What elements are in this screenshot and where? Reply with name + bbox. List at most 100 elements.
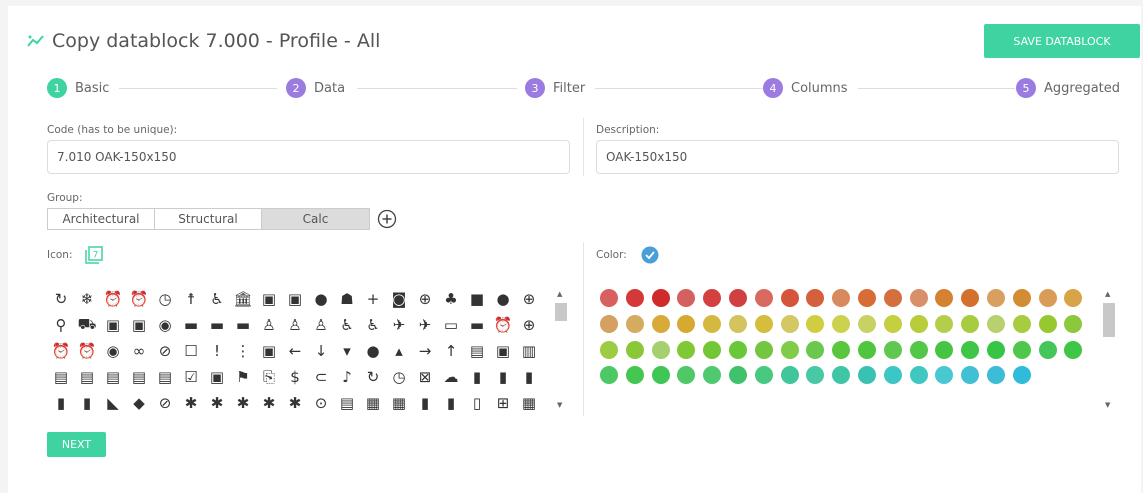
color-swatch[interactable] (909, 366, 928, 385)
icon-option[interactable]: ▤ (74, 364, 100, 390)
color-swatch[interactable] (754, 366, 773, 385)
icon-option[interactable]: ⏰ (126, 286, 152, 312)
icon-option[interactable]: ♿ (360, 312, 386, 338)
add-group-icon[interactable] (377, 209, 397, 229)
group-structural[interactable]: Structural (155, 209, 262, 229)
icon-option[interactable]: ⊕ (412, 286, 438, 312)
icon-option[interactable]: ↑ (438, 338, 464, 364)
icon-option[interactable]: ● (360, 338, 386, 364)
icon-option[interactable]: ▯ (464, 390, 490, 414)
icon-option[interactable]: ↻ (48, 286, 74, 312)
icon-option[interactable]: ▦ (360, 390, 386, 414)
icon-option[interactable]: ▦ (516, 390, 542, 414)
icon-option[interactable]: ▤ (100, 364, 126, 390)
color-swatch[interactable] (1064, 340, 1083, 359)
icon-option[interactable]: → (412, 338, 438, 364)
scroll-thumb[interactable] (555, 303, 567, 321)
color-swatch[interactable] (909, 314, 928, 333)
color-swatch[interactable] (987, 366, 1005, 385)
color-swatch[interactable] (883, 289, 902, 307)
color-swatch[interactable] (625, 340, 644, 359)
icon-option[interactable]: ♣ (438, 286, 464, 312)
icon-option[interactable]: ☐ (178, 338, 204, 364)
icon-option[interactable]: ▬ (464, 312, 490, 338)
color-swatch[interactable] (1064, 289, 1083, 307)
icon-option[interactable]: ▣ (256, 338, 282, 364)
scroll-down-icon[interactable]: ▼ (557, 401, 562, 409)
color-swatch[interactable] (961, 340, 980, 359)
color-swatch[interactable] (703, 340, 722, 359)
color-swatch[interactable] (651, 340, 670, 359)
icon-option[interactable]: ▤ (48, 364, 74, 390)
icon-option[interactable]: ⊘ (152, 390, 178, 414)
color-swatch[interactable] (832, 366, 851, 385)
icon-option[interactable]: ◉ (100, 338, 126, 364)
color-scrollbar[interactable]: ▲ ▼ (1101, 286, 1117, 414)
color-swatch[interactable] (703, 366, 722, 385)
icon-option[interactable]: 🏛 (230, 286, 256, 312)
color-swatch[interactable] (600, 366, 618, 385)
color-swatch[interactable] (1038, 289, 1057, 307)
color-swatch[interactable] (883, 314, 902, 333)
icon-option[interactable]: ♿ (204, 286, 230, 312)
color-swatch[interactable] (1012, 289, 1031, 307)
icon-option[interactable]: ⊕ (516, 312, 542, 338)
icon-option[interactable]: ▭ (438, 312, 464, 338)
icon-option[interactable]: ⊂ (308, 364, 334, 390)
group-architectural[interactable]: Architectural (48, 209, 155, 229)
icon-option[interactable]: ∞ (126, 338, 152, 364)
icon-option[interactable]: ● (308, 286, 334, 312)
icon-option[interactable]: ▣ (100, 312, 126, 338)
icon-option[interactable]: ◷ (152, 286, 178, 312)
icon-option[interactable]: ▤ (334, 390, 360, 414)
icon-option[interactable]: ▮ (438, 390, 464, 414)
step-data[interactable]: 2 Data (286, 78, 356, 98)
next-button[interactable]: NEXT (47, 432, 106, 457)
icon-option[interactable]: ▤ (464, 338, 490, 364)
step-aggregated[interactable]: 5 Aggregated (1016, 78, 1131, 98)
icon-option[interactable]: ⊘ (152, 338, 178, 364)
color-swatch[interactable] (883, 340, 902, 359)
color-swatch[interactable] (1012, 340, 1031, 359)
icon-option[interactable]: $ (282, 364, 308, 390)
color-swatch[interactable] (806, 314, 825, 333)
color-swatch[interactable] (806, 289, 825, 307)
icon-option[interactable]: ☗ (334, 286, 360, 312)
color-swatch[interactable] (780, 340, 799, 359)
color-swatch[interactable] (677, 314, 696, 333)
scroll-up-icon[interactable]: ▲ (1105, 290, 1110, 298)
icon-option[interactable]: ▤ (126, 364, 152, 390)
icon-option[interactable]: ⋮ (230, 338, 256, 364)
icon-option[interactable]: ☑ (178, 364, 204, 390)
color-swatch[interactable] (832, 314, 851, 333)
icon-option[interactable]: ▣ (282, 286, 308, 312)
color-swatch[interactable] (858, 366, 876, 385)
icon-option[interactable]: ♙ (256, 312, 282, 338)
icon-scrollbar[interactable]: ▲ ▼ (553, 286, 569, 414)
icon-option[interactable]: ▮ (490, 364, 516, 390)
save-datablock-button[interactable]: SAVE DATABLOCK (984, 24, 1140, 58)
icon-option[interactable]: ⚲ (48, 312, 74, 338)
icon-option[interactable]: ◷ (386, 364, 412, 390)
color-swatch[interactable] (600, 289, 618, 307)
color-swatch[interactable] (961, 289, 980, 307)
color-swatch[interactable] (729, 366, 747, 385)
icon-option[interactable]: ▮ (412, 390, 438, 414)
icon-option[interactable]: ● (490, 286, 516, 312)
icon-option[interactable]: ⚑ (230, 364, 256, 390)
color-swatch[interactable] (1038, 314, 1057, 333)
icon-option[interactable]: ▮ (464, 364, 490, 390)
icon-option[interactable]: ← (282, 338, 308, 364)
color-swatch[interactable] (651, 314, 670, 333)
icon-option[interactable]: ⊕ (516, 286, 542, 312)
color-swatch[interactable] (729, 289, 747, 307)
color-swatch[interactable] (832, 289, 851, 307)
color-swatch[interactable] (806, 366, 825, 385)
color-swatch[interactable] (832, 340, 851, 359)
color-swatch[interactable] (754, 314, 773, 333)
color-swatch[interactable] (935, 340, 954, 359)
icon-option[interactable]: ⊙ (308, 390, 334, 414)
color-swatch[interactable] (625, 366, 644, 385)
icon-option[interactable]: ▬ (178, 312, 204, 338)
color-swatch[interactable] (677, 366, 696, 385)
